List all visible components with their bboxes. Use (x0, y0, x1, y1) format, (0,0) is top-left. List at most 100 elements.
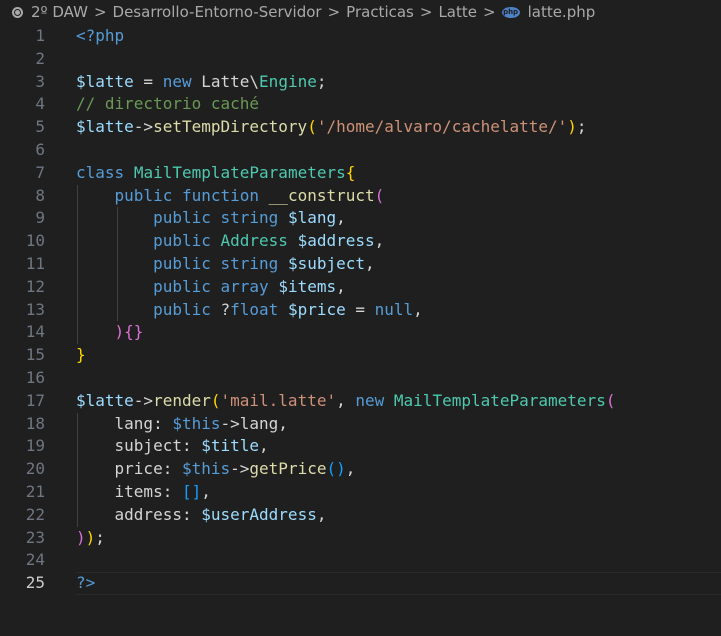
code-token: $this (181, 459, 231, 479)
code-line[interactable]: 9 public string $lang, (0, 207, 721, 231)
code-line[interactable]: 14 ){} (0, 321, 721, 345)
code-token: getPrice (249, 459, 327, 479)
line-content: public Address $address, (76, 230, 384, 253)
breadcrumb-separator: > (483, 3, 496, 21)
code-token: public (114, 185, 173, 205)
line-number: 6 (35, 139, 45, 159)
breadcrumb-separator: > (327, 3, 341, 21)
code-token: string (220, 253, 279, 273)
breadcrumb-item-folder-1[interactable]: 2º DAW (31, 3, 88, 21)
code-token: $subject (287, 253, 365, 273)
code-token: class (76, 162, 125, 182)
code-token: lang: (76, 413, 173, 433)
code-line[interactable]: 5 $latte->setTempDirectory('/home/alvaro/… (0, 116, 721, 139)
breadcrumb-separator: > (93, 3, 107, 21)
code-token: price: (76, 459, 182, 479)
code-token: $latte (76, 117, 134, 137)
code-line[interactable]: 16 (0, 367, 721, 390)
code-line[interactable]: 17 $latte->render('mail.latte', new MailT… (0, 390, 721, 413)
code-token: -> (133, 117, 154, 137)
breadcrumb-item-file[interactable]: latte.php (528, 3, 596, 21)
breadcrumb-item-folder-2[interactable]: Desarrollo-Entorno-Servidor (113, 3, 322, 21)
code-token: , (278, 413, 288, 433)
breadcrumb: 2º DAW > Desarrollo-Entorno-Servidor > P… (0, 0, 721, 24)
code-line[interactable]: 20 price: $this->getPrice(), (0, 458, 721, 481)
code-line[interactable]: 24 (0, 549, 721, 572)
code-token: $lang (287, 208, 337, 228)
code-editor[interactable]: 2º DAW > Desarrollo-Entorno-Servidor > P… (0, 0, 721, 636)
code-line[interactable]: 6 (0, 139, 721, 162)
code-area[interactable]: 1 <?php 2 3 $latte = new Latte\Engine; 4// di… (0, 25, 721, 595)
code-token: $title (201, 436, 260, 456)
code-line[interactable]: 3 $latte = new Latte\Engine; (0, 71, 721, 94)
code-token: 'mail.latte' (220, 390, 337, 410)
code-token: public (153, 276, 211, 296)
code-token: } (76, 345, 86, 365)
code-token: () (326, 459, 346, 479)
code-line[interactable]: 1 <?php (0, 25, 721, 48)
line-number: 4 (35, 94, 45, 114)
code-line[interactable]: 18 lang: $this->lang, (0, 412, 721, 436)
code-line[interactable]: 13 public ?float $price = null, (0, 298, 721, 322)
code-token: $this (172, 413, 221, 433)
code-token: null (374, 299, 414, 319)
breadcrumb-item-folder-4[interactable]: Latte (438, 3, 477, 21)
code-line[interactable]: 19 subject: $title, (0, 435, 721, 459)
code-token: = (133, 71, 163, 91)
code-token: -> (230, 459, 250, 479)
code-token: ; (95, 527, 105, 547)
line-number: 11 (25, 253, 45, 273)
code-token: $price (287, 299, 346, 319)
code-token: {} (124, 322, 144, 342)
code-token: '/home/alvaro/cachelatte/' (316, 117, 568, 137)
code-line[interactable]: 2 (0, 48, 721, 71)
code-token: public (153, 253, 211, 273)
breadcrumb-separator: > (419, 3, 433, 21)
code-line[interactable]: 15} (0, 344, 721, 367)
code-line[interactable]: 23)); (0, 527, 721, 550)
code-token: ?> (76, 573, 96, 593)
code-line[interactable]: 25 ?> (0, 572, 721, 595)
code-token: float (230, 299, 279, 319)
code-token: items: (76, 481, 182, 501)
line-content: public string $lang, (76, 207, 346, 230)
code-token: setTempDirectory (153, 117, 308, 137)
line-number: 10 (25, 231, 45, 251)
line-number: 21 (25, 481, 45, 501)
line-content: class MailTemplateParameters{ (76, 162, 355, 185)
code-line[interactable]: 7 class MailTemplateParameters{ (0, 162, 721, 185)
code-line[interactable]: 10 public Address $address, (0, 230, 721, 253)
line-content: items: [], (76, 481, 211, 504)
code-token: <?php (76, 26, 125, 45)
breadcrumb-item-folder-3[interactable]: Practicas (346, 3, 414, 21)
code-line[interactable]: 4 // directorio caché (0, 93, 721, 116)
code-line[interactable]: 12 public array $items, (0, 275, 721, 299)
code-token: , (413, 299, 423, 319)
code-line[interactable]: 22 address: $userAddress, (0, 503, 721, 527)
code-token: $address (297, 231, 375, 251)
code-token: ; (316, 71, 327, 91)
line-content: public ?float $price = null, (76, 299, 423, 322)
line-number: 2 (35, 48, 45, 68)
code-token: public (153, 299, 211, 319)
code-line[interactable]: 8 public function __construct( (0, 184, 721, 208)
code-token: , (201, 481, 211, 501)
code-line[interactable]: 11 public string $subject, (0, 252, 721, 276)
code-line[interactable]: 21 items: [], (0, 480, 721, 504)
code-token: ) (114, 322, 125, 342)
code-token: MailTemplateParameters (393, 390, 606, 410)
code-token: = (345, 299, 375, 319)
code-token: ( (605, 390, 616, 410)
line-number: 20 (25, 459, 45, 479)
